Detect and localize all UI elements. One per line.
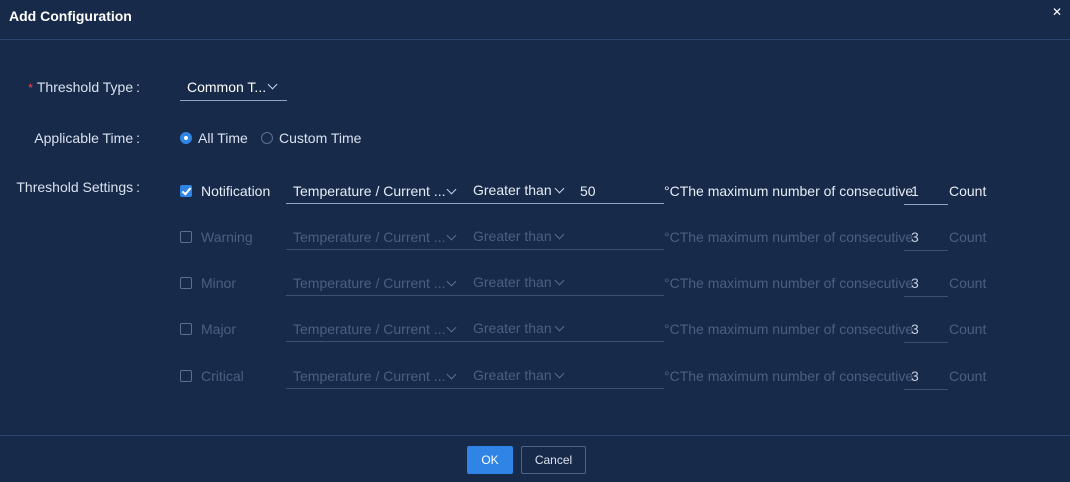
field-underline (286, 203, 664, 204)
chevron-down-icon[interactable] (446, 276, 457, 287)
count-underline (904, 250, 948, 251)
cancel-button[interactable]: Cancel (521, 446, 586, 474)
severity-label[interactable]: Critical (201, 368, 244, 384)
threshold-row: Critical Temperature / Current ... Greater… (0, 367, 1070, 416)
operator-select[interactable]: Greater than (473, 182, 552, 198)
threshold-type-select[interactable]: Common T... (180, 74, 287, 101)
operator-select[interactable]: Greater than (473, 274, 552, 290)
field-underline (286, 341, 664, 342)
count-input[interactable]: 3 (911, 229, 919, 245)
radio-custom-time-label[interactable]: Custom Time (279, 130, 361, 146)
severity-checkbox[interactable] (180, 277, 192, 289)
chevron-down-icon[interactable] (554, 229, 565, 240)
severity-label[interactable]: Minor (201, 275, 236, 291)
metric-select[interactable]: Temperature / Current ... (293, 368, 446, 384)
count-underline (904, 204, 948, 205)
operator-select[interactable]: Greater than (473, 367, 552, 383)
threshold-type-value: Common T... (187, 79, 267, 95)
chevron-down-icon[interactable] (446, 322, 457, 333)
count-unit: Count (949, 321, 987, 337)
consecutive-description: °CThe maximum number of consecutive (664, 321, 914, 337)
metric-select[interactable]: Temperature / Current ... (293, 321, 446, 337)
severity-checkbox[interactable] (180, 185, 192, 197)
consecutive-description: °CThe maximum number of consecutive (664, 229, 914, 245)
count-input[interactable]: 1 (911, 183, 919, 199)
chevron-down-icon[interactable] (554, 275, 565, 286)
consecutive-description: °CThe maximum number of consecutive (664, 368, 914, 384)
count-input[interactable]: 3 (911, 368, 919, 384)
count-input[interactable]: 3 (911, 275, 919, 291)
threshold-value-input[interactable]: 50 (580, 183, 596, 199)
severity-label[interactable]: Notification (201, 183, 270, 199)
consecutive-description: °CThe maximum number of consecutive (664, 183, 914, 199)
threshold-row: Major Temperature / Current ... Greater th… (0, 320, 1070, 369)
count-unit: Count (949, 275, 987, 291)
severity-label[interactable]: Warning (201, 229, 253, 245)
operator-select[interactable]: Greater than (473, 320, 552, 336)
chevron-down-icon[interactable] (554, 183, 565, 194)
dialog-header: Add Configuration ✕ (0, 0, 1070, 40)
consecutive-description: °CThe maximum number of consecutive (664, 275, 914, 291)
count-underline (904, 342, 948, 343)
severity-checkbox[interactable] (180, 370, 192, 382)
threshold-type-label: * Threshold Type: (28, 79, 140, 95)
ok-button[interactable]: OK (467, 446, 513, 474)
metric-select[interactable]: Temperature / Current ... (293, 275, 446, 291)
severity-checkbox[interactable] (180, 323, 192, 335)
field-underline (286, 295, 664, 296)
radio-all-time-label[interactable]: All Time (198, 130, 248, 146)
count-unit: Count (949, 368, 987, 384)
chevron-down-icon[interactable] (554, 368, 565, 379)
operator-select[interactable]: Greater than (473, 228, 552, 244)
count-underline (904, 389, 948, 390)
footer-divider (0, 435, 1070, 436)
dialog-title: Add Configuration (9, 8, 132, 24)
radio-all-time[interactable] (180, 132, 192, 144)
chevron-down-icon[interactable] (554, 321, 565, 332)
severity-checkbox[interactable] (180, 231, 192, 243)
count-underline (904, 296, 948, 297)
close-icon[interactable]: ✕ (1050, 5, 1064, 19)
chevron-down-icon[interactable] (446, 184, 457, 195)
radio-custom-time[interactable] (261, 132, 273, 144)
count-input[interactable]: 3 (911, 321, 919, 337)
threshold-row: Minor Temperature / Current ... Greater th… (0, 274, 1070, 323)
threshold-row: Notification Temperature / Current ... Gre… (0, 182, 1070, 231)
chevron-down-icon[interactable] (446, 230, 457, 241)
severity-label[interactable]: Major (201, 321, 236, 337)
count-unit: Count (949, 229, 987, 245)
count-unit: Count (949, 183, 987, 199)
field-underline (286, 388, 664, 389)
threshold-row: Warning Temperature / Current ... Greater … (0, 228, 1070, 277)
required-marker: * (28, 81, 33, 95)
applicable-time-label: Applicable Time: (34, 130, 140, 146)
field-underline (286, 249, 664, 250)
metric-select[interactable]: Temperature / Current ... (293, 229, 446, 245)
chevron-down-icon[interactable] (446, 369, 457, 380)
chevron-down-icon (267, 79, 278, 90)
metric-select[interactable]: Temperature / Current ... (293, 183, 446, 199)
